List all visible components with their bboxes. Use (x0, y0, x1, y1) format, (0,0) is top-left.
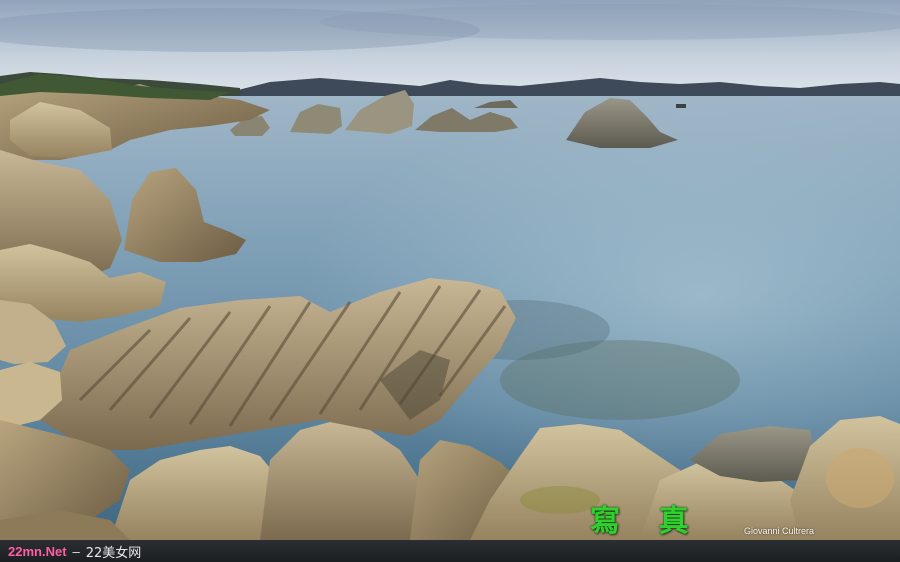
footer-site-name: 22美女网 (85, 545, 142, 561)
watermark-text: 寫 真 (590, 504, 703, 539)
landscape-photo (0, 0, 900, 540)
photo-credit: Giovanni Cultrera (744, 526, 815, 536)
footer-domain-link[interactable]: 22mn.Net (8, 544, 67, 559)
footer-separator: – (72, 543, 80, 559)
seascape-illustration (0, 0, 900, 540)
footer-bar: 22mn.Net – 22美女网 (0, 540, 900, 562)
image-frame: 寫 真 Giovanni Cultrera 22mn.Net – 22美女网 (0, 0, 900, 562)
